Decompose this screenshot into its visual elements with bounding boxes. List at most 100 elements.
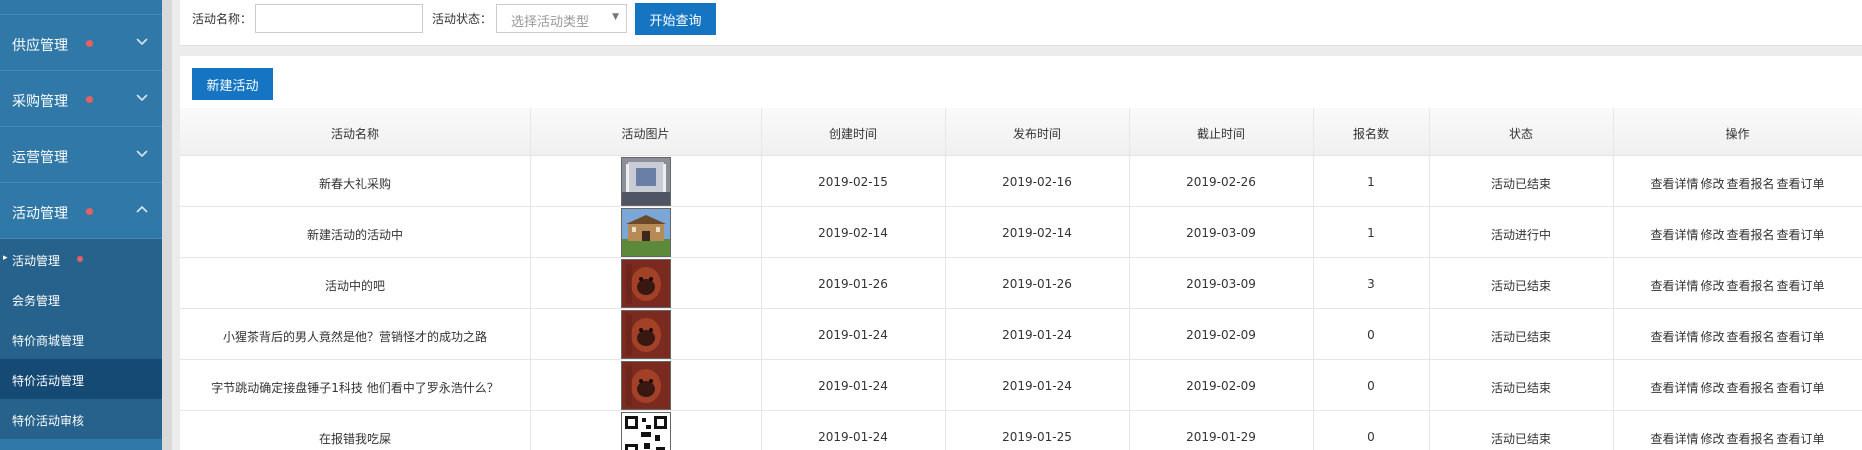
table-cell-status: 活动已结束 [1490,432,1551,446]
app-root: 供应管理 采购管理 运营管理 活动管理 ▸ 活动管理 会务管理 特价商城管理 特… [0,0,1862,450]
action-link[interactable]: 查看详情 [1650,228,1698,242]
chevron-down-icon [136,150,148,158]
sidebar-item-meeting-management[interactable]: 会务管理 [0,279,162,319]
row-actions: 查看详情 修改 查看报名 查看订单 [1613,430,1862,447]
sidebar-scrollbar[interactable] [162,0,172,450]
table-cell-published: 2019-01-25 [1002,430,1072,444]
action-link[interactable]: 修改 [1700,381,1724,395]
action-link[interactable]: 修改 [1700,432,1724,446]
chevron-down-icon [136,94,148,102]
column-header: 发布时间 [1012,127,1061,141]
table-row: 小猩茶背后的男人竟然是他？营销怪才的成功之路 2019-01-24 2019-01-… [180,309,1862,360]
activity-name-input[interactable] [255,4,423,33]
sidebar-group-purchase[interactable]: 采购管理 [0,71,162,127]
table-cell-status: 活动进行中 [1490,228,1551,242]
notification-dot-icon [86,96,93,103]
action-link[interactable]: 查看订单 [1777,381,1825,395]
table-header: 活动名称 活动图片 创建时间 发布时间 截止时间 报名数 状态 操作 [180,108,1862,156]
caret-down-icon: ▼ [612,12,619,22]
table-cell-name: 小猩茶背后的男人竟然是他？营销怪才的成功之路 [222,330,487,344]
action-link[interactable]: 查看报名 [1727,432,1775,446]
row-actions: 查看详情 修改 查看报名 查看订单 [1613,226,1862,243]
notification-dot-icon [86,40,93,47]
sidebar-item-activity-management[interactable]: ▸ 活动管理 [0,239,162,279]
table-cell-status: 活动已结束 [1490,381,1551,395]
chevron-up-icon [136,205,148,213]
new-activity-button[interactable]: 新建活动 [192,68,273,100]
table-cell-published: 2019-01-24 [1002,328,1072,342]
table-cell-name: 字节跳动确定接盘锤子1科技 他们看中了罗永浩什么？ [211,381,499,395]
activity-thumbnail [621,310,671,359]
activity-thumbnail [621,157,671,206]
sidebar-top-strip [0,0,162,15]
column-header: 活动名称 [330,127,379,141]
select-placeholder: 选择活动类型 [511,15,590,30]
sidebar-item-special-review[interactable]: 特价活动审核 [0,399,162,439]
table-cell-published: 2019-02-16 [1002,175,1072,189]
action-link[interactable]: 查看报名 [1727,381,1775,395]
table-cell-status: 活动已结束 [1490,279,1551,293]
table-cell-deadline: 2019-02-09 [1186,379,1256,393]
table-cell-name: 新春大礼采购 [318,177,391,191]
action-link[interactable]: 修改 [1700,177,1724,191]
table-cell-created: 2019-01-24 [818,379,888,393]
sidebar-group-supply[interactable]: 供应管理 [0,15,162,71]
table-cell-signups: 3 [1367,277,1375,291]
table-cell-signups: 0 [1367,328,1375,342]
activity-name-label: 活动名称： [192,12,253,26]
sidebar-item-label: 特价活动审核 [12,414,85,428]
column-header: 报名数 [1352,127,1389,141]
column-header: 活动图片 [621,127,670,141]
action-link[interactable]: 查看订单 [1777,432,1825,446]
table-row: 字节跳动确定接盘锤子1科技 他们看中了罗永浩什么？ 2019-01-24 2019-… [180,360,1862,411]
action-link[interactable]: 查看订单 [1777,330,1825,344]
sidebar-group-activity[interactable]: 活动管理 [0,183,162,239]
notification-dot-icon [77,256,83,262]
table-cell-deadline: 2019-02-26 [1186,175,1256,189]
action-link[interactable]: 修改 [1700,279,1724,293]
caret-right-icon: ▸ [3,253,8,263]
action-link[interactable]: 查看报名 [1727,228,1775,242]
sidebar-item-special-activity[interactable]: 特价活动管理 [0,359,162,399]
action-link[interactable]: 查看报名 [1727,177,1775,191]
action-link[interactable]: 查看详情 [1650,381,1698,395]
table-cell-deadline: 2019-01-29 [1186,430,1256,444]
table-cell-signups: 1 [1367,226,1375,240]
table-cell-deadline: 2019-03-09 [1186,226,1256,240]
action-link[interactable]: 查看详情 [1650,432,1698,446]
action-link[interactable]: 查看报名 [1727,330,1775,344]
row-actions: 查看详情 修改 查看报名 查看订单 [1613,379,1862,396]
search-button[interactable]: 开始查询 [635,3,716,35]
sidebar-item-special-mall[interactable]: 特价商城管理 [0,319,162,359]
table-row: 新春大礼采购 2019-02-15 2019-02-16 2019-02-26 1 活动已… [180,156,1862,207]
activity-thumbnail [621,208,671,257]
action-link[interactable]: 查看详情 [1650,177,1698,191]
search-bar: 活动名称： 活动状态： 选择活动类型 ▼ 开始查询 [180,0,1862,46]
sidebar-group-label: 采购管理 [12,94,68,110]
sidebar-group-label: 供应管理 [12,38,68,54]
table-cell-name: 新建活动的活动中 [306,228,403,242]
table-cell-published: 2019-02-14 [1002,226,1072,240]
action-link[interactable]: 修改 [1700,330,1724,344]
row-actions: 查看详情 修改 查看报名 查看订单 [1613,175,1862,192]
table-cell-status: 活动已结束 [1490,177,1551,191]
action-link[interactable]: 修改 [1700,228,1724,242]
sidebar-group-operations[interactable]: 运营管理 [0,127,162,183]
notification-dot-icon [86,208,93,215]
action-link[interactable]: 查看报名 [1727,279,1775,293]
activity-table-panel: 新建活动 活动名称 活动图片 创建时间 发布时间 截止时间 报名数 状态 操作 … [180,56,1862,450]
action-link[interactable]: 查看详情 [1650,279,1698,293]
action-link[interactable]: 查看详情 [1650,330,1698,344]
table-cell-name: 活动中的吧 [324,279,385,293]
action-link[interactable]: 查看订单 [1777,228,1825,242]
sidebar: 供应管理 采购管理 运营管理 活动管理 ▸ 活动管理 会务管理 特价商城管理 特… [0,0,162,450]
table-cell-published: 2019-01-26 [1002,277,1072,291]
sidebar-item-label: 特价活动管理 [12,374,85,388]
activity-status-select[interactable]: 选择活动类型 ▼ [496,4,627,33]
table-cell-signups: 0 [1367,430,1375,444]
sidebar-submenu: ▸ 活动管理 会务管理 特价商城管理 特价活动管理 特价活动审核 [0,239,162,439]
table-cell-created: 2019-01-24 [818,328,888,342]
action-link[interactable]: 查看订单 [1777,177,1825,191]
activity-thumbnail [621,259,671,308]
action-link[interactable]: 查看订单 [1777,279,1825,293]
